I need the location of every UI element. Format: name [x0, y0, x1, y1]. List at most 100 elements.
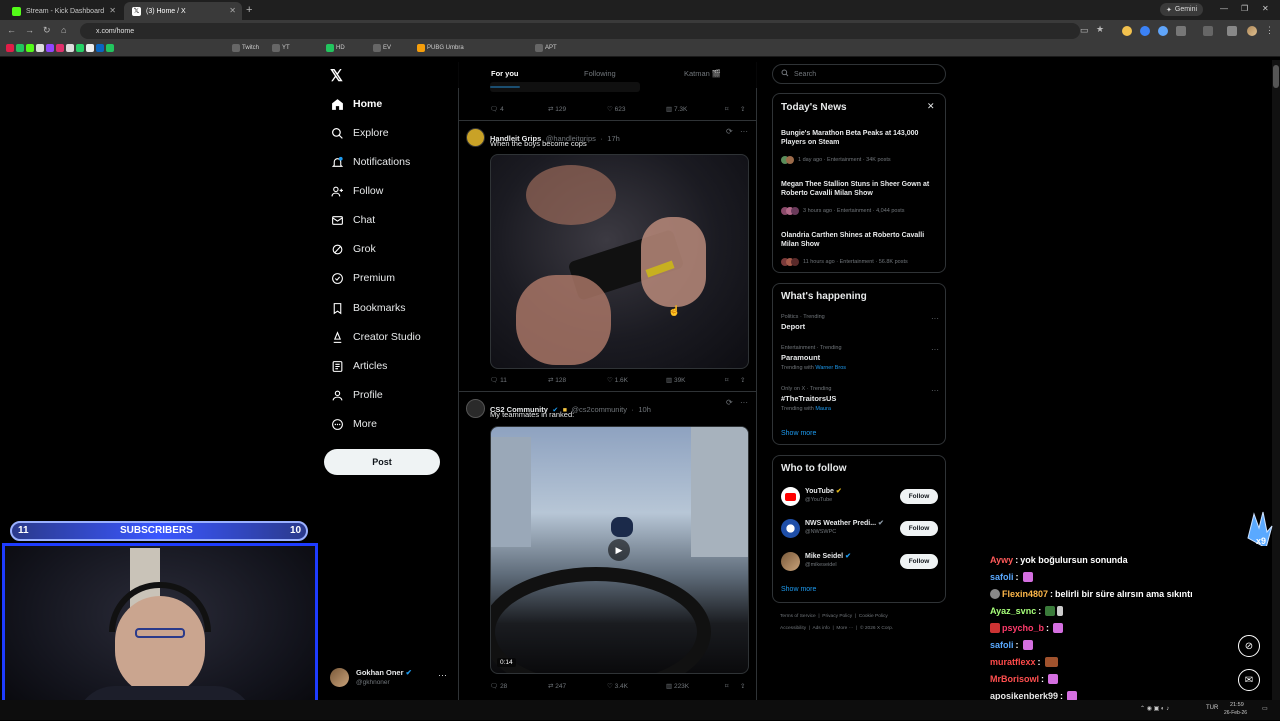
nav-home[interactable]: Home: [330, 93, 382, 115]
grok-icon[interactable]: ⟳: [726, 398, 733, 407]
grok-float-button[interactable]: ⊘: [1238, 635, 1260, 657]
bookmark-pubg[interactable]: PUBG Umbra: [417, 44, 464, 52]
repost-button[interactable]: ⇄ 128: [548, 376, 566, 384]
bookmark-button[interactable]: ⌑: [725, 105, 728, 113]
extension-icon[interactable]: [1122, 26, 1132, 36]
messages-float-button[interactable]: ✉: [1238, 669, 1260, 691]
forward-icon[interactable]: →: [25, 25, 34, 35]
tab-katman[interactable]: Katman 🎬: [684, 69, 721, 78]
search-input[interactable]: Search: [772, 64, 946, 84]
reply-button[interactable]: 🗨 11: [490, 376, 507, 384]
show-more-link[interactable]: Show more: [781, 586, 816, 593]
tweet-media[interactable]: [490, 154, 749, 369]
play-icon[interactable]: ▶: [608, 539, 630, 561]
nav-notifications[interactable]: Notifications: [330, 151, 410, 173]
tweet-time[interactable]: 10h: [638, 405, 651, 414]
new-tab-button[interactable]: +: [246, 4, 252, 16]
video-controls[interactable]: [490, 82, 640, 92]
scrollbar-thumb[interactable]: [1273, 65, 1279, 88]
extension-icon[interactable]: [1158, 26, 1168, 36]
like-button[interactable]: ♡ 623: [607, 105, 626, 113]
extension-icon[interactable]: [1140, 26, 1150, 36]
nav-articles[interactable]: Articles: [330, 355, 387, 377]
gemini-button[interactable]: ✦ Gemini: [1160, 3, 1204, 16]
follow-button[interactable]: Follow: [900, 489, 938, 504]
repost-button[interactable]: ⇄ 247: [548, 682, 566, 690]
home-page-icon[interactable]: ⌂: [61, 25, 66, 35]
tab-x-home[interactable]: 𝕏 (3) Home / X ✕: [124, 2, 242, 20]
trend-item[interactable]: Entertainment · Trending Paramount Trend…: [781, 345, 941, 371]
show-more-link[interactable]: Show more: [781, 430, 816, 437]
close-tab-icon[interactable]: ✕: [109, 6, 116, 15]
trend-item[interactable]: Only on X · Trending #TheTraitorsUS Tren…: [781, 386, 941, 412]
nav-creator-studio[interactable]: Creator Studio: [330, 326, 421, 348]
minimize-button[interactable]: —: [1220, 4, 1228, 13]
bookmark-apt[interactable]: APT: [535, 44, 557, 52]
share-button[interactable]: ⇪: [740, 682, 745, 690]
maximize-button[interactable]: ❐: [1241, 4, 1248, 13]
tab-following[interactable]: Following: [584, 69, 616, 78]
nav-profile[interactable]: Profile: [330, 384, 383, 406]
tab-kick-dashboard[interactable]: Stream - Kick Dashboard ✕: [4, 2, 122, 20]
trend-extra-link[interactable]: Maura: [815, 406, 831, 412]
nav-premium[interactable]: Premium: [330, 267, 395, 289]
sidepanel-icon[interactable]: [1203, 26, 1213, 36]
notification-icon[interactable]: ▭: [1262, 705, 1268, 712]
like-button[interactable]: ♡ 1.6K: [607, 376, 628, 384]
follow-suggestion[interactable]: NWS Weather Predi... ✔ @NWSWPC Follow: [781, 518, 941, 540]
more-dots-icon[interactable]: ···: [931, 314, 939, 323]
star-icon[interactable]: ★: [1096, 24, 1104, 35]
more-dots-icon[interactable]: ···: [931, 345, 939, 354]
like-button[interactable]: ♡ 3.4K: [607, 682, 628, 690]
nav-chat[interactable]: Chat: [330, 209, 375, 231]
views-button[interactable]: ▥ 7.3K: [666, 105, 687, 113]
profile-avatar-icon[interactable]: [1247, 26, 1257, 36]
bookmark-button[interactable]: ⌑: [725, 376, 728, 384]
account-switcher[interactable]: Gokhan Oner ✔ @gkhnoner ···: [330, 666, 450, 690]
clock-date[interactable]: 26-Feb-26: [1224, 710, 1247, 716]
reply-button[interactable]: 🗨 4: [490, 105, 504, 113]
bookmark-button[interactable]: ⌑: [725, 682, 728, 690]
author-handle[interactable]: @cs2community: [571, 405, 627, 414]
trend-extra-link[interactable]: Warner Bros: [815, 365, 846, 371]
more-dots-icon[interactable]: ···: [740, 127, 748, 136]
close-icon[interactable]: ✕: [927, 101, 935, 112]
more-dots-icon[interactable]: ···: [438, 670, 447, 680]
follow-suggestion[interactable]: YouTube ✔ @YouTube Follow: [781, 486, 941, 508]
repost-button[interactable]: ⇄ 129: [548, 105, 566, 113]
close-tab-icon[interactable]: ✕: [229, 6, 236, 15]
footer-link[interactable]: Accessibility: [780, 626, 806, 631]
bookmark-yt[interactable]: YT: [272, 44, 290, 52]
news-item[interactable]: Bungie's Marathon Beta Peaks at 143,000 …: [781, 129, 941, 169]
puzzle-icon[interactable]: [1176, 26, 1186, 36]
language-indicator[interactable]: TUR: [1206, 705, 1218, 711]
x-logo[interactable]: 𝕏: [330, 66, 343, 86]
bookmark-icons-group[interactable]: [6, 44, 114, 52]
footer-link[interactable]: Terms of Service: [780, 614, 816, 619]
menu-icon[interactable]: ⋮: [1265, 25, 1274, 36]
tab-for-you[interactable]: For you: [491, 69, 519, 78]
post-button[interactable]: Post: [324, 449, 440, 475]
more-dots-icon[interactable]: ···: [931, 386, 939, 395]
tweet-time[interactable]: 17h: [607, 134, 620, 143]
avatar[interactable]: [466, 399, 485, 418]
follow-button[interactable]: Follow: [900, 554, 938, 569]
footer-link[interactable]: Privacy Policy: [822, 614, 852, 619]
download-icon[interactable]: [1227, 26, 1237, 36]
nav-grok[interactable]: Grok: [330, 238, 376, 260]
close-window-button[interactable]: ✕: [1262, 4, 1269, 13]
back-icon[interactable]: ←: [7, 25, 16, 35]
reply-button[interactable]: 🗨 28: [490, 682, 507, 690]
views-button[interactable]: ▥ 223K: [666, 682, 689, 690]
bookmark-ev[interactable]: EV: [373, 44, 391, 52]
url-field[interactable]: x.com/home: [80, 23, 1080, 39]
reload-icon[interactable]: ↻: [43, 25, 51, 36]
nav-explore[interactable]: Explore: [330, 122, 389, 144]
share-button[interactable]: ⇪: [740, 105, 745, 113]
news-item[interactable]: Olandria Carthen Shines at Roberto Caval…: [781, 231, 941, 271]
bookmark-hd[interactable]: HD: [326, 44, 345, 52]
bookmark-twitch[interactable]: Twitch: [232, 44, 259, 52]
more-dots-icon[interactable]: ···: [740, 398, 748, 407]
grok-icon[interactable]: ⟳: [726, 127, 733, 136]
clock-time[interactable]: 21:59: [1230, 702, 1244, 708]
